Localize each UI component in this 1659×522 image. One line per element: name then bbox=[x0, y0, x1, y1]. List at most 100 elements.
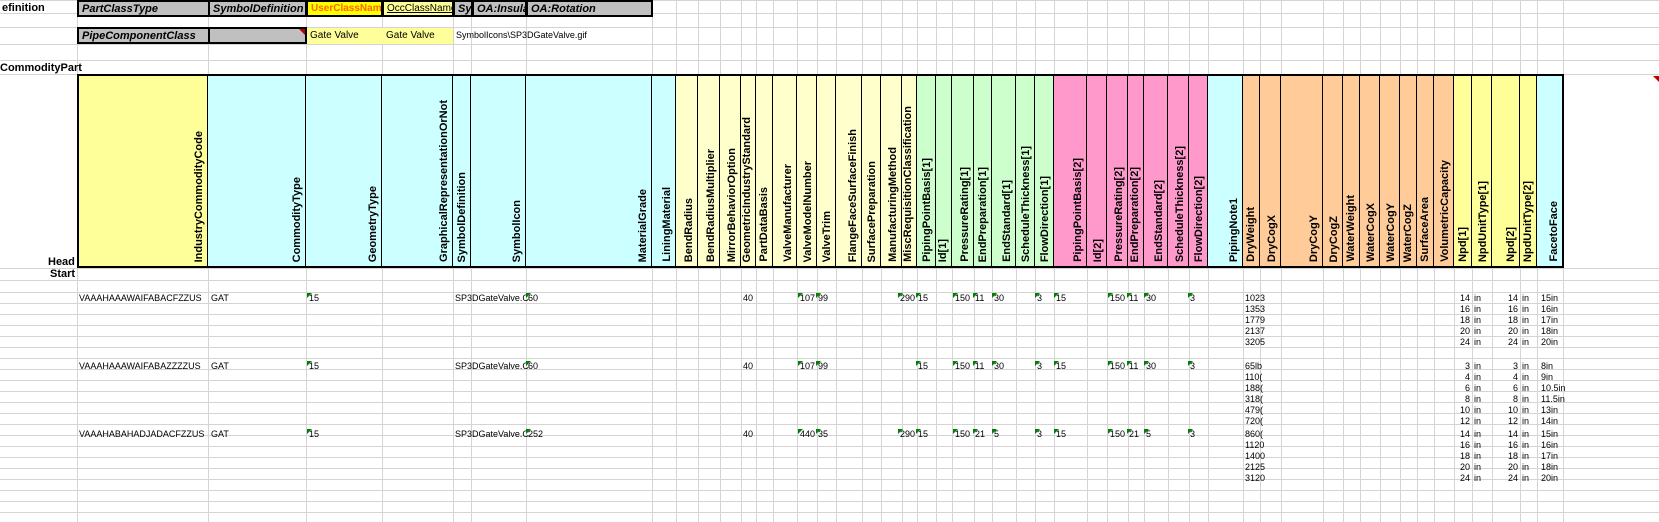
cell-value[interactable]: in bbox=[1522, 293, 1529, 303]
cell-value[interactable]: VAAAHAAAWAIFABACFZZUS bbox=[79, 293, 202, 303]
cell-value[interactable]: in bbox=[1474, 372, 1481, 382]
cell-value[interactable]: 24 bbox=[1508, 337, 1518, 347]
cell-value[interactable]: 11.5in bbox=[1541, 394, 1565, 404]
cell-value[interactable]: GAT bbox=[211, 429, 229, 439]
column-header[interactable]: PipingNote1 bbox=[1208, 74, 1244, 268]
cell-value[interactable]: 30 bbox=[1143, 361, 1156, 371]
cell-value[interactable]: 21 bbox=[1126, 429, 1139, 439]
column-header[interactable]: SurfacePreparation bbox=[862, 74, 882, 268]
cell-value[interactable]: 150 bbox=[952, 429, 970, 439]
cell-value[interactable]: 11 bbox=[972, 361, 984, 371]
cell-value[interactable]: 20in bbox=[1541, 473, 1558, 483]
cell-value[interactable]: 150 bbox=[1107, 293, 1125, 303]
cell-value[interactable]: 18 bbox=[1508, 451, 1518, 461]
cell-value[interactable]: in bbox=[1522, 383, 1529, 393]
column-header[interactable]: ScheduleThickness[1] bbox=[1016, 74, 1036, 268]
cell-value[interactable]: 20 bbox=[1460, 462, 1470, 472]
cell-value[interactable]: 16 bbox=[1508, 440, 1518, 450]
cell-value[interactable]: 440 bbox=[797, 429, 815, 439]
column-header[interactable]: VolumetricCapacity bbox=[1434, 74, 1455, 268]
cell-value[interactable]: 188( bbox=[1245, 383, 1263, 393]
cell-value[interactable]: in bbox=[1474, 394, 1481, 404]
cell-value[interactable]: 16 bbox=[1460, 440, 1470, 450]
cell-value[interactable]: 110( bbox=[1245, 372, 1262, 382]
occ-class-value[interactable]: Gate Valve bbox=[383, 28, 453, 44]
cell-value[interactable]: 10.5in bbox=[1541, 383, 1566, 393]
cell-value[interactable]: 6 bbox=[1513, 383, 1518, 393]
column-header[interactable]: EndStandard[2] bbox=[1144, 74, 1169, 268]
cell-value[interactable]: 11 bbox=[1126, 293, 1138, 303]
cell-value[interactable]: in bbox=[1474, 337, 1481, 347]
cell-value[interactable]: 10 bbox=[1508, 405, 1518, 415]
part-class-value[interactable]: PipeComponentClass bbox=[77, 27, 210, 44]
cell-value[interactable]: in bbox=[1474, 293, 1481, 303]
cell-value[interactable]: 3205 bbox=[1245, 337, 1265, 347]
column-header[interactable]: Id[1] bbox=[936, 74, 953, 268]
cell-value[interactable]: 20 bbox=[1460, 326, 1470, 336]
column-header[interactable]: EndPreparation[2] bbox=[1128, 74, 1145, 268]
cell-value[interactable]: 1023 bbox=[1245, 293, 1265, 303]
cell-value[interactable]: in bbox=[1474, 361, 1481, 371]
cell-value[interactable]: 2125 bbox=[1245, 462, 1265, 472]
cell-value[interactable]: 15 bbox=[306, 429, 319, 439]
symbol-icon-value[interactable]: SymbolIcons\SP3DGateValve.gif bbox=[453, 28, 590, 42]
column-header[interactable]: Id[2] bbox=[1087, 74, 1108, 268]
cell-value[interactable]: 15 bbox=[915, 429, 928, 439]
cell-value[interactable]: 18 bbox=[1508, 315, 1518, 325]
cell-value[interactable]: 18in bbox=[1541, 462, 1558, 472]
column-header[interactable]: SymbolIcon bbox=[471, 74, 527, 268]
cell-value[interactable]: in bbox=[1522, 462, 1529, 472]
cell-value[interactable]: 11 bbox=[1126, 361, 1138, 371]
cell-value[interactable]: 150 bbox=[1107, 361, 1125, 371]
cell-value[interactable]: 1353 bbox=[1245, 304, 1265, 314]
cell-value[interactable]: in bbox=[1474, 405, 1481, 415]
column-header[interactable]: WaterCogZ bbox=[1400, 74, 1418, 268]
cell-value[interactable]: 252 bbox=[525, 429, 543, 439]
cell-value[interactable]: 15 bbox=[915, 361, 928, 371]
column-header[interactable]: SurfaceArea bbox=[1417, 74, 1435, 268]
cell-value[interactable]: VAAAHAAAWAIFABAZZZZUS bbox=[79, 361, 201, 371]
symbol-definition-value[interactable] bbox=[208, 27, 307, 44]
cell-value[interactable]: in bbox=[1474, 304, 1481, 314]
cell-value[interactable]: 8 bbox=[1465, 394, 1470, 404]
cell-value[interactable]: 18 bbox=[1460, 451, 1470, 461]
cell-value[interactable]: 15 bbox=[915, 293, 928, 303]
cell-value[interactable]: SP3DGateValve.C bbox=[455, 293, 529, 303]
cell-value[interactable]: in bbox=[1474, 416, 1481, 426]
cell-value[interactable]: 16in bbox=[1541, 304, 1558, 314]
cell-value[interactable]: 15 bbox=[306, 361, 319, 371]
cell-value[interactable]: 24 bbox=[1460, 473, 1470, 483]
cell-value[interactable]: in bbox=[1522, 440, 1529, 450]
cell-value[interactable]: in bbox=[1522, 361, 1529, 371]
cell-value[interactable]: in bbox=[1474, 451, 1481, 461]
cell-value[interactable]: 16in bbox=[1541, 440, 1558, 450]
cell-value[interactable]: 65lb bbox=[1245, 361, 1262, 371]
cell-value[interactable]: 150 bbox=[1107, 429, 1125, 439]
header-oa-insulation[interactable]: OA:Insula bbox=[472, 0, 527, 17]
cell-value[interactable]: 40 bbox=[743, 361, 753, 371]
cell-value[interactable]: 3 bbox=[1513, 361, 1518, 371]
cell-value[interactable]: 17in bbox=[1541, 451, 1558, 461]
cell-value[interactable]: 107 bbox=[797, 361, 815, 371]
cell-value[interactable]: 30 bbox=[991, 293, 1004, 303]
header-symbol-definition[interactable]: SymbolDefinition bbox=[208, 0, 307, 17]
cell-value[interactable]: 290 bbox=[897, 429, 915, 439]
cell-value[interactable]: 30 bbox=[991, 361, 1004, 371]
cell-value[interactable]: 10 bbox=[1460, 405, 1470, 415]
cell-value[interactable]: 1120 bbox=[1245, 440, 1264, 450]
cell-value[interactable]: in bbox=[1522, 394, 1529, 404]
cell-value[interactable]: 15 bbox=[306, 293, 319, 303]
cell-value[interactable]: SP3DGateValve.C bbox=[455, 361, 529, 371]
cell-value[interactable]: 9in bbox=[1541, 372, 1553, 382]
cell-value[interactable]: 14in bbox=[1541, 416, 1558, 426]
cell-value[interactable]: in bbox=[1522, 315, 1529, 325]
column-header[interactable]: ValveModelNumber bbox=[797, 74, 818, 268]
cell-value[interactable]: GAT bbox=[211, 361, 229, 371]
cell-value[interactable]: 3 bbox=[1034, 293, 1042, 303]
column-header[interactable]: IndustryCommodityCode bbox=[77, 74, 209, 268]
cell-value[interactable]: in bbox=[1474, 440, 1481, 450]
cell-value[interactable]: in bbox=[1522, 473, 1529, 483]
cell-value[interactable]: 479( bbox=[1245, 405, 1263, 415]
column-header[interactable]: DryCogX bbox=[1260, 74, 1282, 268]
cell-value[interactable]: 14 bbox=[1508, 293, 1518, 303]
